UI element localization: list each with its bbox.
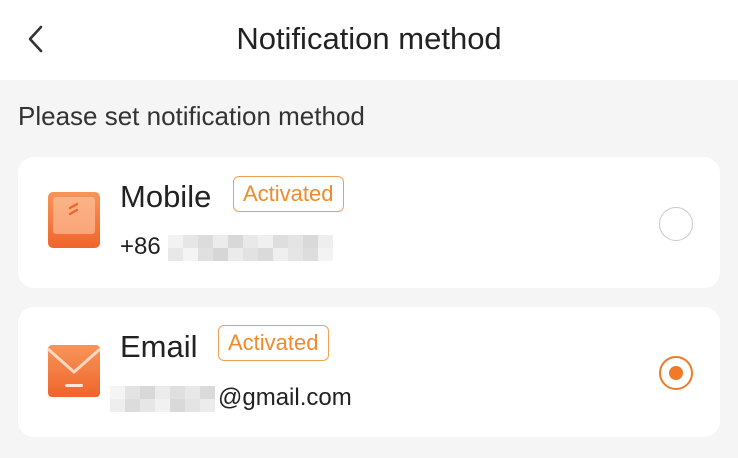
notification-option-mobile[interactable]: Mobile Activated +86 [18,157,720,288]
mosaic-cell [140,386,155,399]
notification-option-email[interactable]: Email Activated @gmail.com [18,307,720,437]
mosaic-cell [155,386,170,399]
radio-dot [669,366,683,380]
top-bar: Notification method [0,0,738,80]
mosaic-cell [258,248,273,261]
mosaic-cell [200,399,215,412]
mosaic-cell [183,235,198,248]
mosaic-cell [273,235,288,248]
mosaic-cell [288,235,303,248]
mosaic-cell [303,235,318,248]
mosaic-cell [168,248,183,261]
mobile-phone-icon [48,192,100,248]
mosaic-cell [228,248,243,261]
mosaic-cell [318,248,333,261]
phone-prefix: +86 [120,233,161,260]
mosaic-cell [183,248,198,261]
status-badge: Activated [218,325,329,361]
radio-mobile-unselected[interactable] [659,207,693,241]
mosaic-cell [110,399,125,412]
mosaic-cell [243,235,258,248]
page-title: Notification method [236,21,502,56]
method-title-email: Email [120,329,198,364]
radio-email-selected[interactable] [659,356,693,390]
mosaic-cell [170,386,185,399]
email-domain: @gmail.com [218,384,352,411]
mosaic-cell [288,248,303,261]
mosaic-cell [258,235,273,248]
mosaic-cell [125,386,140,399]
mosaic-cell [213,248,228,261]
mosaic-cell [318,235,333,248]
mosaic-cell [185,386,200,399]
mosaic-cell [198,235,213,248]
mosaic-cell [200,386,215,399]
mosaic-cell [185,399,200,412]
mosaic-cell [125,399,140,412]
mosaic-cell [155,399,170,412]
section-label: Please set notification method [18,101,365,131]
mosaic-cell [170,399,185,412]
status-badge: Activated [233,176,344,212]
method-title-mobile: Mobile [120,179,212,214]
mosaic-cell [273,248,288,261]
mosaic-cell [140,399,155,412]
mosaic-cell [110,386,125,399]
mosaic-cell [198,248,213,261]
mosaic-cell [228,235,243,248]
mosaic-cell [213,235,228,248]
email-envelope-icon [47,345,101,397]
mosaic-cell [168,235,183,248]
redacted-email-local-part [110,386,215,412]
mosaic-cell [303,248,318,261]
mosaic-cell [243,248,258,261]
redacted-phone-number [168,235,333,261]
